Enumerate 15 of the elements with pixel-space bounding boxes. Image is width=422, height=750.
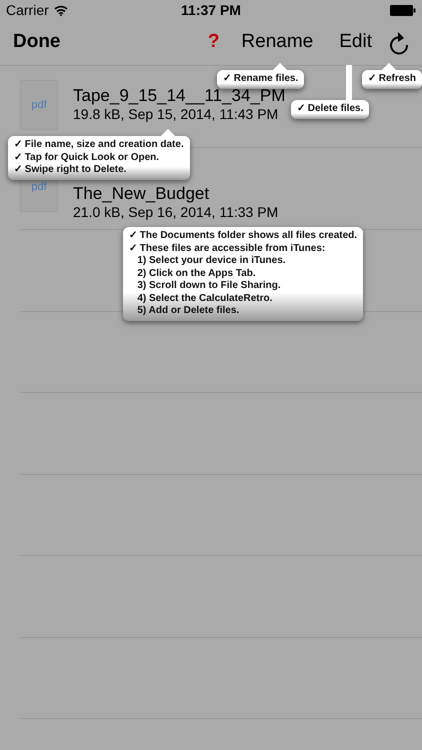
pdf-file-icon: pdf — [20, 80, 58, 130]
clock-time: 11:37 PM — [181, 0, 241, 20]
file-details: 19.8 kB, Sep 15, 2014, 11:43 PM — [73, 106, 280, 123]
carrier-label: Carrier — [6, 0, 49, 20]
refresh-icon[interactable] — [389, 30, 409, 54]
rename-button[interactable]: Rename — [241, 28, 314, 57]
file-name[interactable]: Tape_9_15_14__11_34_PM — [73, 86, 286, 106]
tooltip-pointer — [346, 65, 352, 101]
hint-tooltip: ✓ The Documents folder shows all files created. ✓ These files are accessible from iTunes: 1) Select your device in iTunes. 2) Click on the Apps Tab. 3) Scroll down to File Sharing. 4) Select the CalculateRetro. 5) Add or Delete files. — [123, 227, 364, 320]
wifi-icon — [54, 4, 68, 16]
file-name[interactable]: The_New_Budget — [73, 184, 278, 204]
file-details: 21.0 kB, Sep 16, 2014, 11:33 PM — [73, 204, 278, 221]
done-button[interactable]: Done — [13, 28, 60, 57]
edit-button[interactable]: Edit — [339, 28, 372, 57]
battery-icon — [390, 4, 416, 16]
